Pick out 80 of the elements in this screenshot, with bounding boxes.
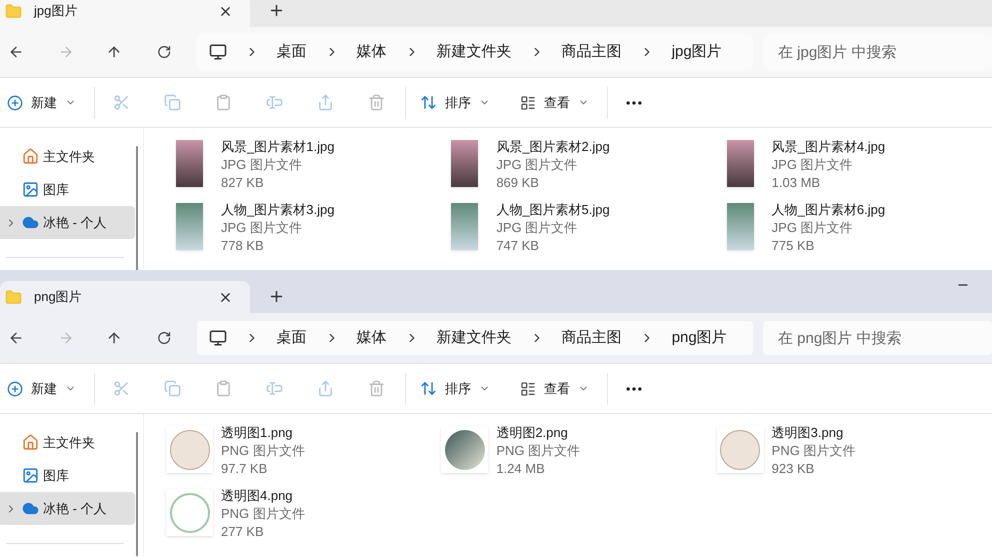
new-tab-icon[interactable] [268,288,285,305]
address-bar[interactable]: 桌面 媒体 新建文件夹 商品主图 png图片 [196,321,753,355]
computer-icon [208,329,227,347]
file-type: JPG 图片文件 [772,156,854,174]
file-name[interactable]: 风景_图片素材2.jpg [496,138,610,156]
file-type: JPG 图片文件 [496,219,578,237]
file-name[interactable]: 透明图4.png [221,487,305,505]
sidebar-item[interactable]: 图库 [0,173,135,206]
plus-icon [7,94,23,110]
home-icon [22,148,39,165]
file-name[interactable]: 透明图2.png [496,424,580,442]
file-type: PNG 图片文件 [221,442,305,460]
file-name[interactable]: 人物_图片素材6.jpg [772,201,886,219]
file-size: 827 KB [221,174,265,192]
file-name[interactable]: 风景_图片素材1.jpg [221,138,334,156]
folder-icon [5,2,22,20]
new-tab-icon[interactable] [268,2,285,19]
clipboard-icon[interactable] [215,94,232,111]
breadcrumb[interactable]: 媒体 [356,326,387,350]
tab[interactable]: jpg图片 [0,0,250,27]
file-type: JPG 图片文件 [496,156,578,174]
address-bar[interactable]: 桌面 媒体 新建文件夹 商品主图 jpg图片 [196,35,753,69]
picture-icon [22,181,39,198]
new-button[interactable]: 新建 [5,86,78,120]
computer-icon [208,43,227,61]
refresh-icon[interactable] [157,330,172,346]
search-field[interactable]: 在 png图片 中搜索 [763,321,992,355]
file-type: PNG 图片文件 [221,505,305,523]
file-type: PNG 图片文件 [496,442,580,460]
breadcrumb[interactable]: 桌面 [276,326,307,350]
file-size: 747 KB [496,237,540,255]
file-type: JPG 图片文件 [221,219,303,237]
sort-icon [420,94,437,111]
new-button[interactable]: 新建 [5,372,78,406]
plus-icon [7,380,23,396]
sort-button[interactable]: 排序 [420,86,490,120]
breadcrumb[interactable]: jpg图片 [672,40,722,64]
list-icon [520,380,536,396]
file-size: 97.7 KB [221,460,268,478]
clipboard-icon[interactable] [215,380,232,397]
view-button[interactable]: 查看 [520,86,589,120]
file-name[interactable]: 透明图3.png [772,424,856,442]
file-size: 1.03 MB [772,174,822,192]
tab[interactable]: png图片 [0,281,250,313]
home-icon [22,434,39,451]
file-size: 778 KB [221,237,265,255]
file-type: JPG 图片文件 [221,156,303,174]
breadcrumb[interactable]: 商品主图 [562,326,622,350]
file-type: PNG 图片文件 [772,442,856,460]
breadcrumb[interactable]: 新建文件夹 [436,40,512,64]
breadcrumb[interactable]: 新建文件夹 [436,326,512,350]
refresh-icon[interactable] [157,44,172,60]
sidebar-item[interactable]: 冰艳 - 个人 [0,206,135,239]
file-name[interactable]: 人物_图片素材5.jpg [496,201,610,219]
folder-icon [5,288,22,306]
file-size: 869 KB [496,174,540,192]
search-field[interactable]: 在 jpg图片 中搜索 [763,35,992,69]
sidebar-item[interactable]: 冰艳 - 个人 [0,492,135,525]
breadcrumb[interactable]: png图片 [672,326,727,350]
picture-icon [22,467,39,484]
breadcrumb[interactable]: 商品主图 [562,40,622,64]
file-size: 1.24 MB [496,460,546,478]
file-size: 277 KB [221,523,265,541]
file-size: 775 KB [772,237,816,255]
breadcrumb[interactable]: 桌面 [276,40,307,64]
file-size: 923 KB [772,460,816,478]
sidebar-item[interactable]: 主文件夹 [0,426,135,459]
breadcrumb[interactable]: 媒体 [356,40,387,64]
sidebar-item[interactable]: 图库 [0,459,135,492]
view-button[interactable]: 查看 [520,372,589,406]
file-name[interactable]: 人物_图片素材3.jpg [221,201,334,219]
cloud-icon [22,214,39,231]
list-icon [520,94,536,110]
sort-icon [420,380,437,397]
file-name[interactable]: 透明图1.png [221,424,305,442]
file-name[interactable]: 风景_图片素材4.jpg [772,138,886,156]
sort-button[interactable]: 排序 [420,372,490,406]
cloud-icon [22,500,39,517]
file-type: JPG 图片文件 [772,219,854,237]
sidebar-item[interactable]: 主文件夹 [0,140,135,173]
